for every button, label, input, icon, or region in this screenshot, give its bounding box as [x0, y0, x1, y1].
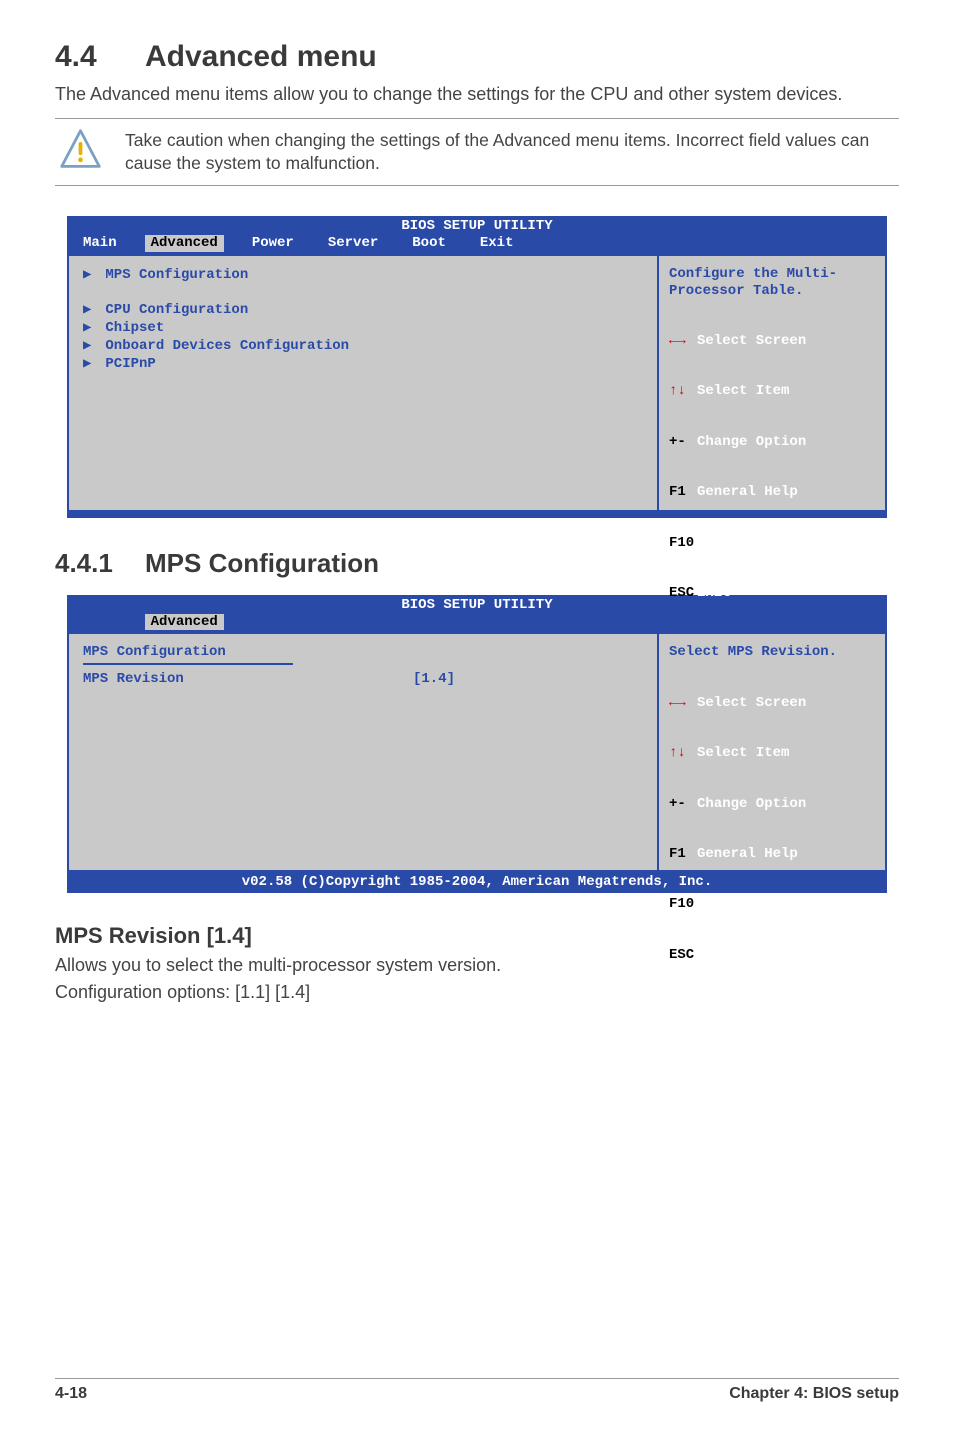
f1-key-icon: F1 — [669, 846, 697, 863]
intro-text: The Advanced menu items allow you to cha… — [55, 82, 899, 106]
menu-item-label: CPU Configuration — [105, 302, 248, 318]
section-name: Advanced menu — [145, 40, 377, 73]
submenu-arrow-icon: ▶ — [83, 267, 97, 284]
bios-tab-main[interactable]: Main — [77, 235, 123, 252]
legend-save-exit: Save and Exit — [697, 896, 806, 912]
f10-key-icon: F10 — [669, 896, 697, 913]
arrows-ud-icon: ↑↓ — [669, 383, 697, 400]
legend-select-screen: Select Screen — [697, 333, 806, 349]
caution-icon — [55, 127, 105, 177]
bios-left-pane: MPS Configuration MPS Revision [1.4] — [67, 632, 657, 872]
page-number: 4-18 — [55, 1385, 87, 1403]
arrows-lr-icon: ←→ — [669, 333, 697, 350]
legend-select-item: Select Item — [697, 745, 789, 761]
menu-item-cpu[interactable]: ▶ CPU Configuration — [83, 302, 643, 319]
bios-left-pane: ▶ MPS Configuration ▶ CPU Configuration … — [67, 254, 657, 512]
menu-item-pcipnp[interactable]: ▶ PCIPnP — [83, 356, 643, 373]
legend-general-help: General Help — [697, 846, 798, 862]
esc-key-icon: ESC — [669, 947, 697, 964]
menu-item-chipset[interactable]: ▶ Chipset — [83, 320, 643, 337]
legend-select-screen: Select Screen — [697, 695, 806, 711]
legend-select-item: Select Item — [697, 383, 789, 399]
menu-item-label: Onboard Devices Configuration — [105, 338, 349, 354]
bios-tab-boot[interactable]: Boot — [406, 235, 452, 252]
bios-help-text: Configure the Multi- Processor Table. — [669, 266, 875, 300]
section-number: 4.4 — [55, 40, 145, 74]
menu-item-label: PCIPnP — [105, 356, 155, 372]
esc-key-icon: ESC — [669, 585, 697, 602]
menu-item-mps[interactable]: ▶ MPS Configuration — [83, 267, 643, 284]
submenu-arrow-icon: ▶ — [83, 302, 97, 319]
submenu-arrow-icon: ▶ — [83, 320, 97, 337]
plus-minus-icon: +- — [669, 796, 697, 813]
menu-item-label: MPS Configuration — [105, 267, 248, 283]
bios-key-legend: ←→Select Screen ↑↓Select Item +-Change O… — [669, 661, 875, 997]
submenu-arrow-icon: ▶ — [83, 338, 97, 355]
legend-esc-exit: Exit — [697, 947, 731, 963]
bios-help-text: Select MPS Revision. — [669, 644, 875, 661]
arrows-ud-icon: ↑↓ — [669, 745, 697, 762]
subsection-number: 4.4.1 — [55, 548, 145, 579]
field-name: MPS Revision — [83, 671, 413, 688]
submenu-arrow-icon: ▶ — [83, 356, 97, 373]
menu-item-onboard[interactable]: ▶ Onboard Devices Configuration — [83, 338, 643, 355]
field-value: [1.4] — [413, 671, 455, 688]
menu-spacer — [83, 285, 643, 302]
bios-screenshot-mps: BIOS SETUP UTILITY Main Advanced MPS Con… — [67, 595, 887, 893]
caution-text: Take caution when changing the settings … — [105, 129, 899, 176]
subsection-name: MPS Configuration — [145, 548, 379, 578]
section-title: 4.4Advanced menu — [55, 40, 899, 74]
legend-change-option: Change Option — [697, 434, 806, 450]
chapter-label: Chapter 4: BIOS setup — [729, 1385, 899, 1403]
bios-key-legend: ←→Select Screen ↑↓Select Item +-Change O… — [669, 299, 875, 635]
legend-save-exit: Save and Exit — [697, 535, 806, 551]
bios-help-pane: Select MPS Revision. ←→Select Screen ↑↓S… — [657, 632, 887, 872]
bios-screenshot-advanced: BIOS SETUP UTILITY Main Advanced Power S… — [67, 216, 887, 518]
bios-tab-server[interactable]: Server — [322, 235, 384, 252]
bios-tab-advanced[interactable]: Advanced — [145, 235, 224, 252]
bios-help-pane: Configure the Multi- Processor Table. ←→… — [657, 254, 887, 512]
bios-panel-title: MPS Configuration — [83, 644, 643, 661]
arrows-lr-icon: ←→ — [669, 695, 697, 712]
legend-general-help: General Help — [697, 484, 798, 500]
legend-change-option: Change Option — [697, 796, 806, 812]
bios-header: BIOS SETUP UTILITY — [67, 216, 887, 235]
plus-minus-icon: +- — [669, 434, 697, 451]
bios-divider — [83, 663, 293, 665]
menu-item-label: Chipset — [105, 320, 164, 336]
bios-tab-advanced[interactable]: Advanced — [145, 614, 224, 631]
caution-box: Take caution when changing the settings … — [55, 118, 899, 186]
f1-key-icon: F1 — [669, 484, 697, 501]
bios-tab-exit[interactable]: Exit — [474, 235, 520, 252]
page-footer: 4-18 Chapter 4: BIOS setup — [55, 1378, 899, 1403]
field-mps-revision[interactable]: MPS Revision [1.4] — [83, 671, 643, 688]
bios-tab-power[interactable]: Power — [246, 235, 300, 252]
f10-key-icon: F10 — [669, 535, 697, 552]
bios-tabs: Main Advanced Power Server Boot Exit — [67, 235, 887, 254]
legend-esc-exit: Exit — [697, 585, 731, 601]
